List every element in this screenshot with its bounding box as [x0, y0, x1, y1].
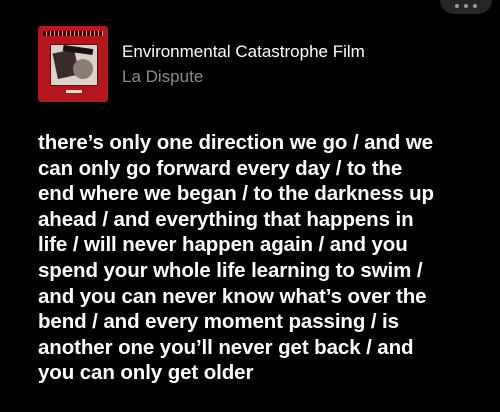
lyric-line: can only go forward every day / to the: [38, 156, 403, 180]
track-title: Environmental Catastrophe Film: [122, 41, 365, 61]
ellipsis-icon: [473, 4, 477, 8]
more-options-button[interactable]: [440, 0, 492, 14]
lyric-line: there’s only one direction we go / and w…: [38, 131, 433, 154]
album-art-band-lettering: [66, 90, 82, 93]
lyric-line: and you can never know what’s over the: [38, 284, 427, 308]
track-artist: La Dispute: [122, 66, 204, 86]
lyric-line: you can only get older: [38, 361, 254, 385]
lyric-line: another one you’ll never get back / and: [38, 335, 414, 359]
ellipsis-icon: [455, 4, 459, 8]
lyric-line: ahead / and everything that happens in: [38, 207, 414, 231]
lyric-line: end where we began / to the darkness up: [38, 182, 434, 206]
track-meta: Environmental Catastrophe Film La Disput…: [122, 26, 365, 102]
lyric-line: life / will never happen again / and you: [38, 233, 408, 257]
lyric-line: bend / and every moment passing / is: [38, 310, 399, 334]
album-art-title-lettering: [43, 31, 103, 36]
album-art: [38, 26, 108, 102]
track-header[interactable]: Environmental Catastrophe Film La Disput…: [38, 26, 365, 102]
lyrics-card: Environmental Catastrophe Film La Disput…: [0, 0, 500, 412]
lyric-line: spend your whole life learning to swim /: [38, 258, 423, 282]
lyrics-text: there’s only one direction we go / and w…: [38, 130, 494, 386]
ellipsis-icon: [464, 4, 468, 8]
album-art-photo: [50, 44, 98, 86]
